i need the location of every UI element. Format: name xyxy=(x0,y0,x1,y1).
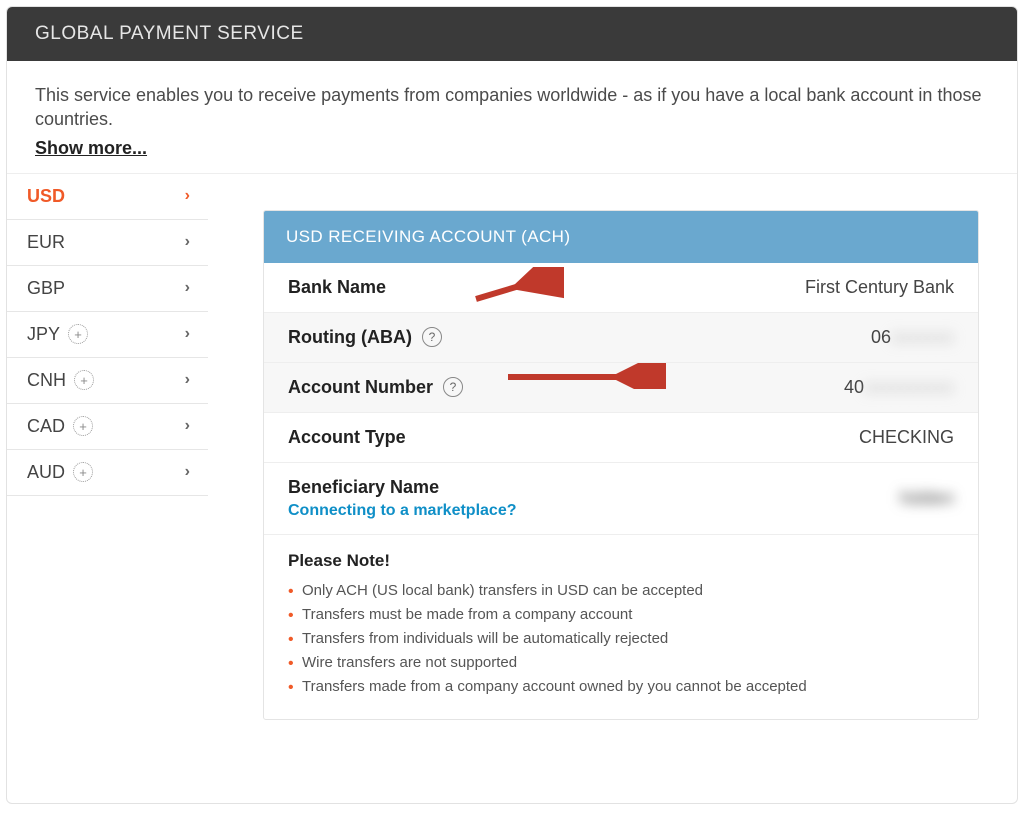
row-routing: Routing (ABA) ? 06xxxxxxx xyxy=(264,313,978,363)
page-title: GLOBAL PAYMENT SERVICE xyxy=(35,23,304,44)
plus-icon: + xyxy=(74,370,94,390)
account-card: USD RECEIVING ACCOUNT (ACH) Bank Name Fi… xyxy=(263,210,979,720)
redacted-text: xxxxxxx xyxy=(891,327,954,347)
sidebar-item-cad[interactable]: CAD + › xyxy=(7,404,208,450)
app-frame: GLOBAL PAYMENT SERVICE This service enab… xyxy=(6,6,1018,804)
plus-icon: + xyxy=(73,416,93,436)
help-icon[interactable]: ? xyxy=(422,327,442,347)
note-item: Only ACH (US local bank) transfers in US… xyxy=(288,579,954,603)
chevron-right-icon: › xyxy=(185,233,190,251)
note-item: Transfers made from a company account ow… xyxy=(288,675,954,699)
label-account-type: Account Type xyxy=(288,427,406,448)
page-header: GLOBAL PAYMENT SERVICE xyxy=(7,7,1017,61)
sidebar-item-usd[interactable]: USD › xyxy=(7,174,208,220)
currency-code: USD xyxy=(27,186,65,207)
sidebar-item-gbp[interactable]: GBP › xyxy=(7,266,208,312)
currency-sidebar: USD › EUR › GBP › JPY + › CNH + › CAD + › xyxy=(7,174,209,496)
redacted-text: xxxxxxxxxx xyxy=(864,377,954,397)
chevron-right-icon: › xyxy=(185,463,190,481)
plus-icon: + xyxy=(73,462,93,482)
value-bank-name: First Century Bank xyxy=(805,277,954,298)
sidebar-item-aud[interactable]: AUD + › xyxy=(7,450,208,496)
label-beneficiary: Beneficiary Name xyxy=(288,477,439,497)
value-beneficiary: hidden xyxy=(900,488,954,509)
note-item: Transfers must be made from a company ac… xyxy=(288,603,954,627)
row-bank-name: Bank Name First Century Bank xyxy=(264,263,978,313)
label-account-number: Account Number xyxy=(288,377,433,398)
content-area: USD › EUR › GBP › JPY + › CNH + › CAD + › xyxy=(7,174,1017,740)
intro-block: This service enables you to receive paym… xyxy=(7,61,1017,174)
value-account-number: 40xxxxxxxxxx xyxy=(844,377,954,398)
note-list: Only ACH (US local bank) transfers in US… xyxy=(288,579,954,699)
chevron-right-icon: › xyxy=(185,279,190,297)
main-panel: USD RECEIVING ACCOUNT (ACH) Bank Name Fi… xyxy=(209,174,1017,740)
note-item: Wire transfers are not supported xyxy=(288,651,954,675)
currency-code: GBP xyxy=(27,278,65,299)
currency-code: CAD xyxy=(27,416,65,437)
currency-code: CNH xyxy=(27,370,66,391)
note-title: Please Note! xyxy=(288,551,954,571)
plus-icon: + xyxy=(68,324,88,344)
help-icon[interactable]: ? xyxy=(443,377,463,397)
intro-text: This service enables you to receive paym… xyxy=(35,83,989,132)
sidebar-item-cnh[interactable]: CNH + › xyxy=(7,358,208,404)
marketplace-link[interactable]: Connecting to a marketplace? xyxy=(288,502,517,520)
chevron-right-icon: › xyxy=(185,371,190,389)
row-beneficiary: Beneficiary Name Connecting to a marketp… xyxy=(264,463,978,535)
chevron-right-icon: › xyxy=(185,325,190,343)
value-account-type: CHECKING xyxy=(859,427,954,448)
chevron-right-icon: › xyxy=(185,417,190,435)
value-routing: 06xxxxxxx xyxy=(871,327,954,348)
label-routing: Routing (ABA) xyxy=(288,327,412,348)
note-item: Transfers from individuals will be autom… xyxy=(288,627,954,651)
row-account-type: Account Type CHECKING xyxy=(264,413,978,463)
sidebar-item-eur[interactable]: EUR › xyxy=(7,220,208,266)
row-account-number: Account Number ? 40xxxxxxxxxx xyxy=(264,363,978,413)
sidebar-item-jpy[interactable]: JPY + › xyxy=(7,312,208,358)
note-block: Please Note! Only ACH (US local bank) tr… xyxy=(264,535,978,719)
show-more-link[interactable]: Show more... xyxy=(35,138,147,159)
currency-code: JPY xyxy=(27,324,60,345)
card-title: USD RECEIVING ACCOUNT (ACH) xyxy=(264,211,978,263)
currency-code: EUR xyxy=(27,232,65,253)
chevron-right-icon: › xyxy=(185,187,190,205)
currency-code: AUD xyxy=(27,462,65,483)
label-bank-name: Bank Name xyxy=(288,277,386,298)
